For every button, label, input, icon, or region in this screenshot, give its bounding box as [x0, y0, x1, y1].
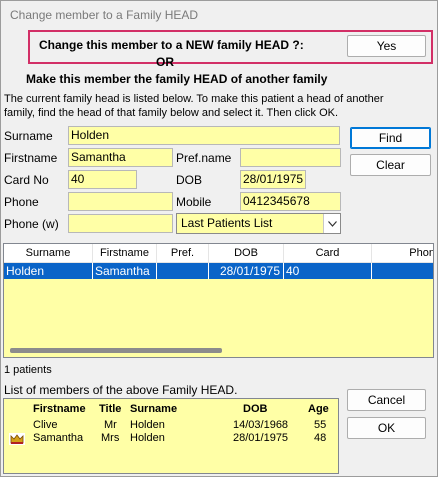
prefname-label: Pref.name: [176, 151, 232, 165]
members-col-title: Title: [99, 403, 122, 415]
clear-button[interactable]: Clear: [350, 154, 431, 176]
phonew-label: Phone (w): [4, 217, 59, 231]
col-pref[interactable]: Pref.: [157, 244, 209, 262]
members-col-surname: Surname: [130, 403, 178, 415]
patient-list-select[interactable]: Last Patients List: [176, 213, 341, 234]
surname-label: Surname: [4, 129, 53, 143]
cardno-label: Card No: [4, 173, 49, 187]
member-title: Mrs: [101, 432, 120, 444]
members-caption: List of members of the above Family HEAD…: [4, 383, 238, 397]
members-col-dob: DOB: [243, 403, 268, 415]
cell-dob: 28/01/1975: [209, 263, 284, 279]
mobile-field[interactable]: 0412345678: [240, 192, 341, 211]
member-firstname: Clive: [33, 419, 58, 431]
section-heading: Make this member the family HEAD of anot…: [26, 72, 328, 86]
members-col-age: Age: [308, 403, 329, 415]
members-grid[interactable]: Firstname Title Surname DOB Age Clive Mr…: [3, 398, 339, 474]
member-age: 48: [314, 432, 327, 444]
member-surname: Holden: [130, 432, 165, 444]
results-header: Surname Firstname Pref. DOB Card Phon: [4, 244, 433, 263]
firstname-field[interactable]: Samantha: [68, 148, 173, 167]
member-firstname: Samantha: [33, 432, 84, 444]
col-surname[interactable]: Surname: [4, 244, 93, 262]
new-head-question: Change this member to a NEW family HEAD …: [39, 38, 304, 52]
chevron-down-icon[interactable]: [323, 214, 340, 233]
cell-phone: [372, 263, 433, 279]
member-dob: 28/01/1975: [233, 432, 289, 444]
col-dob[interactable]: DOB: [209, 244, 284, 262]
member-surname: Holden: [130, 419, 165, 431]
dob-field[interactable]: 28/01/1975: [240, 170, 306, 189]
col-firstname[interactable]: Firstname: [93, 244, 157, 262]
yes-button[interactable]: Yes: [347, 35, 426, 57]
member-age: 55: [314, 419, 327, 431]
dob-label: DOB: [176, 173, 203, 187]
members-col-firstname: Firstname: [33, 403, 86, 415]
phonew-field[interactable]: [68, 214, 173, 233]
member-title: Mr: [104, 419, 117, 431]
firstname-label: Firstname: [4, 151, 58, 165]
cancel-button[interactable]: Cancel: [347, 389, 426, 411]
col-phone[interactable]: Phon: [372, 244, 433, 262]
mobile-label: Mobile: [176, 195, 212, 209]
table-row[interactable]: Holden Samantha 28/01/1975 40: [4, 263, 433, 279]
cell-pref: [157, 263, 209, 279]
member-dob: 14/03/1968: [233, 419, 289, 431]
cell-surname: Holden: [4, 263, 93, 279]
ok-button[interactable]: OK: [347, 417, 426, 439]
find-button[interactable]: Find: [350, 127, 431, 149]
list-item[interactable]: Samantha Mrs Holden 28/01/1975 48: [4, 432, 338, 446]
patient-list-select-value: Last Patients List: [181, 216, 273, 230]
cell-firstname: Samantha: [93, 263, 157, 279]
or-label: OR: [156, 55, 174, 69]
crown-icon: [9, 433, 25, 448]
col-card[interactable]: Card: [284, 244, 372, 262]
patient-results-grid[interactable]: Surname Firstname Pref. DOB Card Phon Ho…: [3, 243, 434, 358]
phone-field[interactable]: [68, 192, 173, 211]
cell-card: 40: [284, 263, 372, 279]
window-title: Change member to a Family HEAD: [10, 8, 199, 22]
horizontal-scrollbar[interactable]: [10, 348, 222, 353]
surname-field[interactable]: Holden: [68, 126, 340, 145]
phone-label: Phone: [4, 195, 39, 209]
list-item[interactable]: Clive Mr Holden 14/03/1968 55: [4, 419, 338, 433]
cardno-field[interactable]: 40: [68, 170, 137, 189]
prefname-field[interactable]: [240, 148, 341, 167]
results-count: 1 patients: [4, 364, 52, 376]
instructions-text: The current family head is listed below.…: [4, 93, 384, 119]
